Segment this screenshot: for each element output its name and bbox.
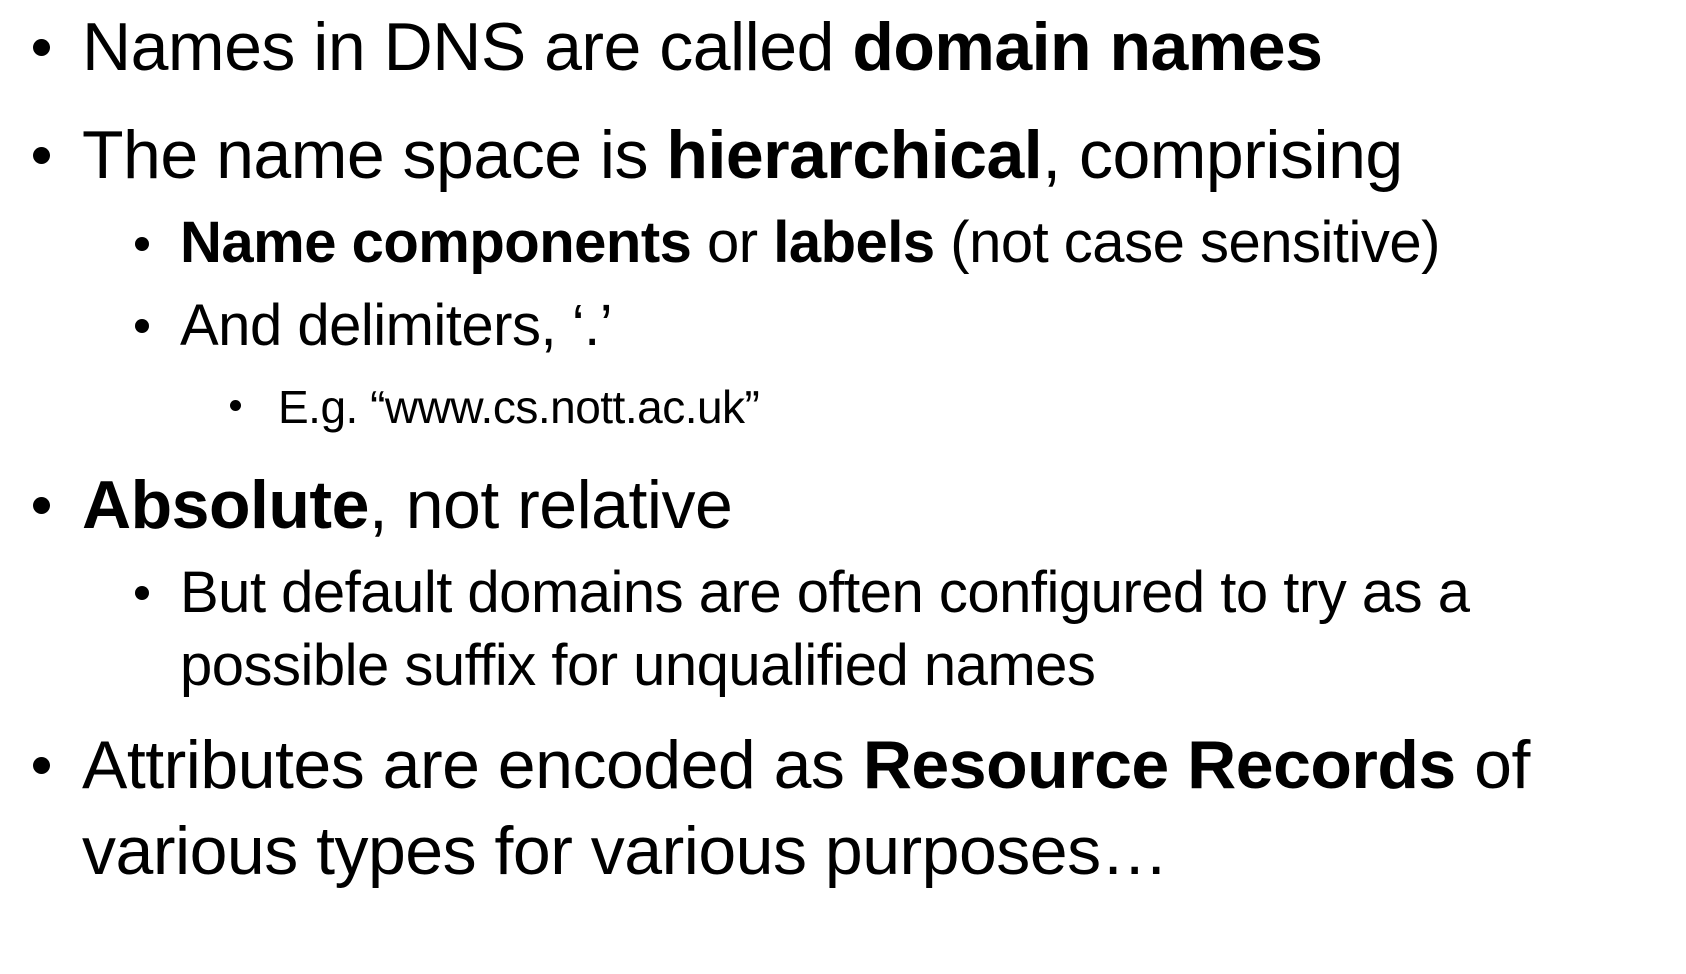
bullet-6-line-1: Absolute, not relative [82, 460, 733, 550]
bullet-7-line-2: possible suffix for unqualified names [180, 628, 1096, 704]
bullet-4-line-1: And delimiters, ‘.’ [180, 288, 613, 364]
text-run: But default domains are often configured… [180, 560, 1470, 625]
bullet-dot [135, 319, 149, 333]
text-run: E.g. “www.cs.nott.ac.uk” [278, 381, 760, 433]
text-run: , not relative [368, 467, 733, 543]
text-run-bold: hierarchical [666, 117, 1043, 193]
text-run: various types for various purposes… [82, 813, 1169, 889]
text-run: (not case sensitive) [934, 210, 1440, 275]
bullet-2-line-1: The name space is hierarchical, comprisi… [82, 110, 1403, 200]
bullet-dot [33, 39, 50, 56]
bullet-8-line-2: various types for various purposes… [82, 806, 1169, 896]
text-run-bold: Absolute [82, 467, 369, 543]
text-run: The name space is [82, 117, 667, 193]
bullet-dot [33, 497, 50, 514]
text-run: of [1455, 727, 1530, 803]
text-run: Attributes are encoded as [82, 727, 863, 803]
bullet-dot [135, 586, 149, 600]
text-run-bold: Name components [180, 210, 692, 275]
bullet-dot [230, 400, 241, 411]
bullet-dot [135, 237, 149, 251]
text-run: And delimiters, ‘.’ [180, 293, 613, 358]
text-run-bold: domain names [852, 9, 1323, 85]
bullet-8-line-1: Attributes are encoded as Resource Recor… [82, 720, 1530, 810]
slide: Names in DNS are called domain names The… [0, 0, 1686, 974]
text-run-bold: labels [773, 210, 935, 275]
text-run: Names in DNS are called [82, 9, 853, 85]
bullet-5-line-1: E.g. “www.cs.nott.ac.uk” [278, 377, 760, 437]
text-run: possible suffix for unqualified names [180, 633, 1096, 698]
text-run: , comprising [1042, 117, 1403, 193]
bullet-3-line-1: Name components or labels (not case sens… [180, 205, 1440, 281]
bullet-7-line-1: But default domains are often configured… [180, 555, 1470, 631]
bullet-1-line-1: Names in DNS are called domain names [82, 2, 1323, 92]
bullet-dot [33, 757, 50, 774]
bullet-dot [33, 147, 50, 164]
text-run-bold: Resource Records [862, 727, 1456, 803]
text-run: or [691, 210, 774, 275]
